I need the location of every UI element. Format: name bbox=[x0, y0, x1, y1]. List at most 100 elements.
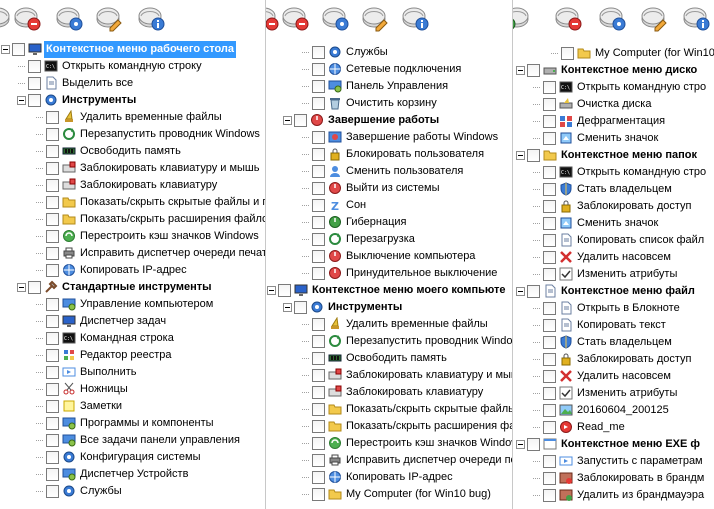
item-checkbox[interactable] bbox=[46, 145, 59, 158]
settings-button[interactable] bbox=[597, 2, 627, 32]
item-checkbox[interactable] bbox=[294, 114, 307, 127]
info-button[interactable] bbox=[136, 2, 166, 32]
item-checkbox[interactable] bbox=[312, 97, 325, 110]
info-button[interactable] bbox=[681, 2, 711, 32]
item-checkbox[interactable] bbox=[312, 165, 325, 178]
item-checkbox[interactable] bbox=[28, 77, 41, 90]
item-checkbox[interactable] bbox=[312, 471, 325, 484]
item-checkbox[interactable] bbox=[543, 302, 556, 315]
item-checkbox[interactable] bbox=[278, 284, 291, 297]
item-checkbox[interactable] bbox=[543, 81, 556, 94]
collapse-toggle[interactable] bbox=[516, 151, 525, 160]
edit-button[interactable] bbox=[639, 2, 669, 32]
info-button[interactable] bbox=[400, 2, 430, 32]
item-checkbox[interactable] bbox=[543, 132, 556, 145]
item-checkbox[interactable] bbox=[312, 454, 325, 467]
item-checkbox[interactable] bbox=[46, 315, 59, 328]
item-checkbox[interactable] bbox=[543, 319, 556, 332]
item-checkbox[interactable] bbox=[312, 386, 325, 399]
item-checkbox[interactable] bbox=[46, 128, 59, 141]
collapse-toggle[interactable] bbox=[17, 283, 26, 292]
item-checkbox[interactable] bbox=[543, 455, 556, 468]
item-checkbox[interactable] bbox=[527, 149, 540, 162]
item-checkbox[interactable] bbox=[543, 251, 556, 264]
item-checkbox[interactable] bbox=[46, 485, 59, 498]
item-checkbox[interactable] bbox=[312, 199, 325, 212]
item-checkbox[interactable] bbox=[561, 47, 574, 60]
remove-button[interactable] bbox=[266, 2, 280, 32]
item-checkbox[interactable] bbox=[543, 387, 556, 400]
item-checkbox[interactable] bbox=[46, 298, 59, 311]
edit-button[interactable] bbox=[360, 2, 390, 32]
item-checkbox[interactable] bbox=[543, 268, 556, 281]
item-checkbox[interactable] bbox=[46, 434, 59, 447]
item-checkbox[interactable] bbox=[46, 179, 59, 192]
item-checkbox[interactable] bbox=[46, 451, 59, 464]
add-button[interactable] bbox=[513, 2, 533, 32]
item-checkbox[interactable] bbox=[46, 264, 59, 277]
collapse-toggle[interactable] bbox=[17, 96, 26, 105]
settings-button[interactable] bbox=[54, 2, 84, 32]
item-checkbox[interactable] bbox=[46, 111, 59, 124]
settings-button[interactable] bbox=[320, 2, 350, 32]
item-checkbox[interactable] bbox=[312, 437, 325, 450]
item-checkbox[interactable] bbox=[312, 420, 325, 433]
item-checkbox[interactable] bbox=[527, 438, 540, 451]
item-checkbox[interactable] bbox=[543, 421, 556, 434]
item-checkbox[interactable] bbox=[46, 417, 59, 430]
item-checkbox[interactable] bbox=[46, 332, 59, 345]
item-checkbox[interactable] bbox=[312, 369, 325, 382]
item-checkbox[interactable] bbox=[46, 366, 59, 379]
item-checkbox[interactable] bbox=[543, 115, 556, 128]
item-checkbox[interactable] bbox=[527, 64, 540, 77]
item-checkbox[interactable] bbox=[312, 148, 325, 161]
item-checkbox[interactable] bbox=[312, 352, 325, 365]
item-checkbox[interactable] bbox=[46, 162, 59, 175]
item-checkbox[interactable] bbox=[543, 217, 556, 230]
item-checkbox[interactable] bbox=[46, 196, 59, 209]
collapse-toggle[interactable] bbox=[283, 303, 292, 312]
item-checkbox[interactable] bbox=[543, 489, 556, 502]
item-checkbox[interactable] bbox=[46, 230, 59, 243]
item-checkbox[interactable] bbox=[46, 383, 59, 396]
item-checkbox[interactable] bbox=[46, 400, 59, 413]
item-checkbox[interactable] bbox=[543, 166, 556, 179]
item-checkbox[interactable] bbox=[46, 213, 59, 226]
collapse-toggle[interactable] bbox=[516, 66, 525, 75]
item-checkbox[interactable] bbox=[294, 301, 307, 314]
collapse-toggle[interactable] bbox=[516, 440, 525, 449]
item-checkbox[interactable] bbox=[12, 43, 25, 56]
remove-button[interactable] bbox=[280, 2, 310, 32]
item-checkbox[interactable] bbox=[312, 80, 325, 93]
collapse-toggle[interactable] bbox=[1, 45, 10, 54]
item-checkbox[interactable] bbox=[543, 234, 556, 247]
item-checkbox[interactable] bbox=[312, 335, 325, 348]
item-checkbox[interactable] bbox=[543, 370, 556, 383]
item-checkbox[interactable] bbox=[312, 216, 325, 229]
item-checkbox[interactable] bbox=[312, 250, 325, 263]
edit-button[interactable] bbox=[94, 2, 124, 32]
item-checkbox[interactable] bbox=[543, 404, 556, 417]
item-checkbox[interactable] bbox=[46, 468, 59, 481]
collapse-toggle[interactable] bbox=[516, 287, 525, 296]
item-checkbox[interactable] bbox=[312, 63, 325, 76]
item-checkbox[interactable] bbox=[312, 182, 325, 195]
item-checkbox[interactable] bbox=[46, 247, 59, 260]
collapse-toggle[interactable] bbox=[283, 116, 292, 125]
item-checkbox[interactable] bbox=[312, 318, 325, 331]
item-checkbox[interactable] bbox=[28, 94, 41, 107]
item-checkbox[interactable] bbox=[543, 98, 556, 111]
remove-button[interactable] bbox=[553, 2, 583, 32]
item-checkbox[interactable] bbox=[312, 488, 325, 501]
item-checkbox[interactable] bbox=[527, 285, 540, 298]
item-checkbox[interactable] bbox=[28, 281, 41, 294]
item-checkbox[interactable] bbox=[312, 267, 325, 280]
item-checkbox[interactable] bbox=[312, 46, 325, 59]
item-checkbox[interactable] bbox=[543, 183, 556, 196]
item-checkbox[interactable] bbox=[543, 472, 556, 485]
item-checkbox[interactable] bbox=[312, 233, 325, 246]
remove-button[interactable] bbox=[12, 2, 42, 32]
item-checkbox[interactable] bbox=[312, 131, 325, 144]
item-checkbox[interactable] bbox=[46, 349, 59, 362]
item-checkbox[interactable] bbox=[543, 200, 556, 213]
